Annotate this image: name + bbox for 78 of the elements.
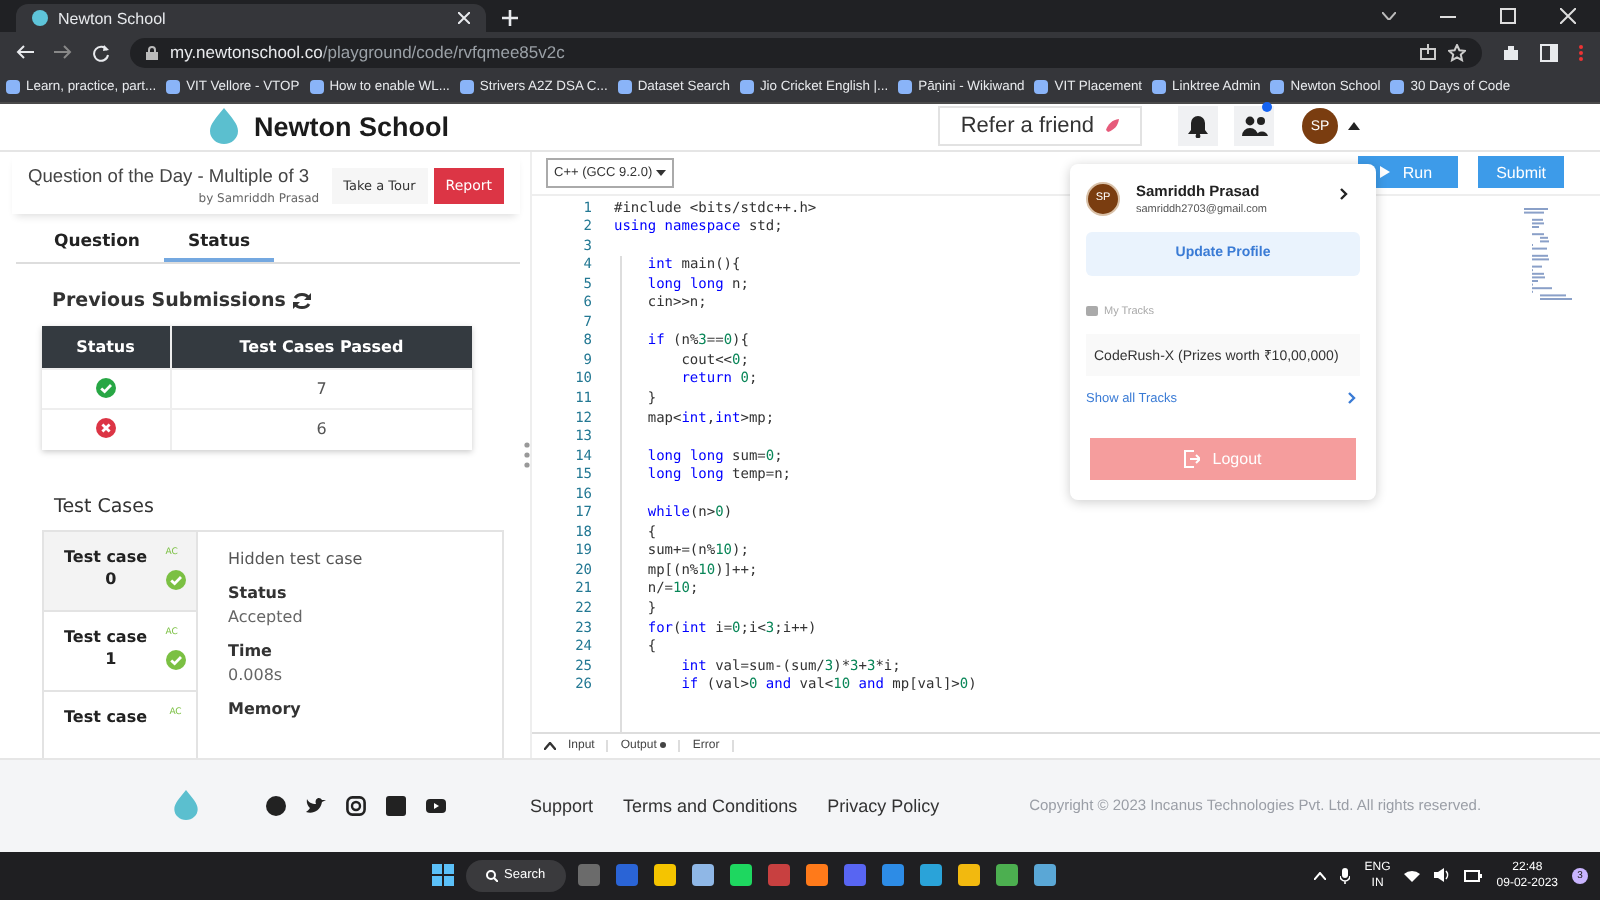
test-case-number: 0 — [103, 569, 119, 592]
logo-icon — [210, 108, 238, 145]
play-icon — [1380, 166, 1391, 179]
social-icon[interactable] — [306, 795, 326, 816]
social-icon[interactable] — [426, 795, 446, 816]
footer-link[interactable]: Terms and Conditions — [623, 795, 798, 816]
close-icon[interactable] — [458, 12, 470, 24]
field-value: Accepted — [228, 607, 305, 626]
notification-button[interactable] — [1178, 106, 1218, 147]
caret-icon[interactable] — [1348, 122, 1360, 131]
logo-icon — [174, 790, 198, 821]
app-icon[interactable] — [806, 864, 828, 887]
community-button[interactable] — [1234, 106, 1274, 147]
app-icon[interactable] — [730, 864, 752, 887]
reload-icon[interactable] — [92, 43, 110, 61]
speaker-icon — [1434, 868, 1451, 883]
footer-link[interactable]: Support — [530, 795, 594, 816]
extensions-icon[interactable] — [1502, 43, 1520, 61]
panel-tab[interactable]: Question — [30, 225, 164, 262]
windows-start-icon[interactable] — [432, 864, 454, 887]
side-panel-icon[interactable] — [1540, 43, 1558, 61]
test-case-label: Test case — [64, 627, 150, 650]
browser-tab[interactable]: Newton School — [16, 4, 486, 32]
share-icon[interactable] — [1420, 44, 1436, 60]
close-icon[interactable] — [1560, 8, 1576, 24]
test-case-label: Test case — [64, 547, 150, 570]
section-title: Previous Submissions — [52, 289, 286, 312]
chevron-right-icon[interactable] — [1340, 187, 1348, 200]
battery-icon — [1464, 869, 1483, 882]
field-label: Memory — [228, 699, 303, 718]
test-case-number: 1 — [103, 649, 119, 672]
app-icon[interactable] — [996, 864, 1018, 887]
footer-link[interactable]: Privacy Policy — [827, 795, 940, 816]
caret-icon — [656, 169, 667, 176]
forward-icon[interactable] — [54, 44, 72, 60]
logo-text: Newton School — [254, 111, 449, 142]
app-icon[interactable] — [1034, 864, 1056, 887]
problem-title: Question of the Day - Multiple of 3 — [28, 165, 312, 186]
social-icon[interactable] — [346, 795, 366, 816]
back-icon[interactable] — [16, 44, 34, 60]
check-circle-icon — [165, 569, 186, 590]
microphone-icon — [1340, 867, 1351, 884]
refer-button[interactable]: Refer a friend — [938, 106, 1142, 147]
drag-handle-icon[interactable] — [524, 441, 530, 468]
column-header: Test Cases Passed — [170, 325, 472, 370]
maximize-icon[interactable] — [1500, 8, 1516, 24]
wifi-icon — [1404, 869, 1421, 882]
menu-icon[interactable] — [1578, 43, 1584, 61]
social-icon[interactable] — [266, 795, 286, 816]
app-icon[interactable] — [882, 864, 904, 887]
detail-heading: Hidden test case — [228, 549, 363, 568]
star-icon[interactable] — [1448, 43, 1466, 61]
app-icon[interactable] — [958, 864, 980, 887]
panel-tab[interactable]: Status — [163, 225, 275, 262]
address-bar[interactable]: my.newtonschool.co/playground/code/rvfqmee85v2c — [130, 37, 1482, 67]
search-icon — [486, 869, 498, 882]
new-tab-icon[interactable] — [502, 10, 518, 26]
field-label: Status — [228, 583, 289, 602]
bell-icon — [1188, 115, 1208, 138]
test-case-label: Test case — [64, 707, 150, 730]
section-title: Test Cases — [54, 495, 156, 518]
app-icon[interactable] — [654, 864, 676, 887]
app-icon[interactable] — [692, 864, 714, 887]
people-icon — [1241, 116, 1267, 137]
field-value: 0.008s — [228, 665, 285, 684]
logout-icon — [1184, 449, 1201, 468]
check-circle-icon — [165, 649, 186, 670]
chevron-up-icon[interactable] — [544, 741, 556, 750]
chevron-down-icon[interactable] — [1382, 12, 1396, 20]
column-header: Status — [42, 325, 170, 370]
refresh-icon[interactable] — [291, 291, 312, 310]
social-icon[interactable] — [386, 795, 406, 816]
table-cell: 6 — [170, 409, 472, 450]
field-label: Time — [228, 641, 274, 660]
app-icon[interactable] — [920, 864, 942, 887]
lock-icon — [146, 45, 158, 59]
minimize-icon[interactable] — [1440, 15, 1456, 17]
table-cell: 7 — [170, 369, 472, 410]
